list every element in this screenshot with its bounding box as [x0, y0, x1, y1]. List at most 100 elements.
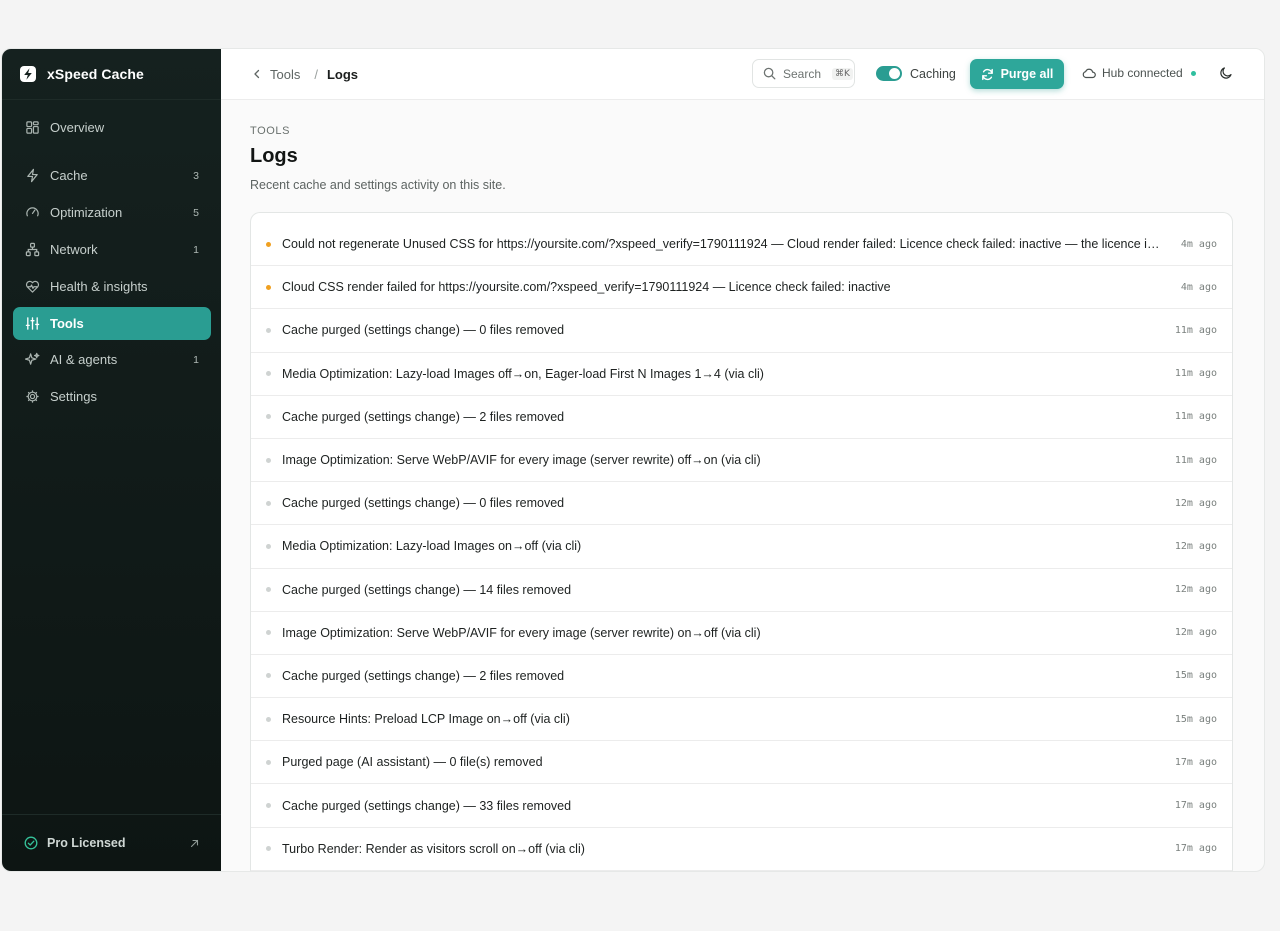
hub-status[interactable]: Hub connected — [1082, 66, 1196, 80]
sidebar-item-cache[interactable]: Cache 3 — [13, 159, 211, 192]
count-badge: 1 — [193, 243, 199, 256]
refresh-icon — [981, 68, 994, 81]
grid-icon — [24, 120, 40, 136]
log-entry: Image Optimization: Serve WebP/AVIF for … — [251, 612, 1232, 655]
theme-toggle[interactable] — [1219, 66, 1233, 80]
info-dot — [266, 457, 271, 463]
log-timestamp: 11m ago — [1174, 368, 1217, 380]
log-message: Cloud CSS render failed for https://your… — [282, 280, 891, 295]
sidebar-item-label: Settings — [50, 389, 97, 404]
breadcrumb-back-link[interactable]: Tools — [253, 67, 300, 82]
log-message: Media Optimization: Lazy-load Images off… — [282, 366, 764, 381]
log-message: Cache purged (settings change) — 2 files… — [282, 668, 565, 683]
log-timestamp: 11m ago — [1174, 411, 1217, 423]
info-dot — [266, 587, 271, 593]
log-message: Cache purged (settings change) — 14 file… — [282, 582, 572, 597]
info-dot — [266, 543, 271, 549]
caching-switch[interactable] — [876, 66, 902, 81]
external-link-icon — [190, 839, 199, 848]
caching-toggle[interactable]: Caching — [876, 66, 956, 81]
log-message: Purged page (AI assistant) — 0 file(s) r… — [282, 755, 543, 770]
gauge-icon — [24, 205, 40, 221]
sidebar-item-ai-agents[interactable]: AI & agents 1 — [13, 343, 211, 376]
breadcrumb-parent: Tools — [270, 66, 301, 82]
warning-dot — [266, 241, 271, 247]
sidebar-item-label: Cache — [50, 168, 88, 183]
sidebar-item-network[interactable]: Network 1 — [13, 233, 211, 266]
sidebar-item-label: Tools — [50, 316, 84, 331]
brand[interactable]: xSpeed Cache — [2, 49, 221, 100]
log-message: Cache purged (settings change) — 2 files… — [282, 409, 565, 424]
sidebar-item-settings[interactable]: Settings — [13, 380, 211, 413]
chevron-left-icon — [253, 69, 261, 79]
log-entry: Cache purged (settings change) — 33 file… — [251, 784, 1232, 828]
sidebar-item-health-insights[interactable]: Health & insights — [13, 270, 211, 303]
sidebar-item-label: Health & insights — [50, 279, 148, 294]
main-area: Tools / Logs Search ⌘K Caching Purge all… — [221, 49, 1264, 871]
page-content: TOOLS Logs Recent cache and settings act… — [250, 99, 1235, 871]
log-timestamp: 12m ago — [1174, 627, 1217, 639]
sidebar-item-tools[interactable]: Tools — [13, 307, 211, 340]
log-timestamp: 4m ago — [1180, 238, 1217, 250]
license-label: Pro Licensed — [47, 836, 126, 850]
search-shortcut: ⌘K — [832, 67, 853, 80]
log-message: Cache purged (settings change) — 0 files… — [282, 323, 565, 338]
log-entry: Media Optimization: Lazy-load Images on→… — [251, 525, 1232, 569]
log-panel: Could not regenerate Unused CSS for http… — [250, 212, 1233, 871]
breadcrumb-current: Logs — [326, 66, 359, 82]
log-message: Cache purged (settings change) — 0 files… — [282, 496, 565, 511]
info-dot — [266, 673, 271, 679]
info-dot — [266, 630, 271, 636]
log-message: Cache purged (settings change) — 33 file… — [282, 798, 572, 813]
count-badge: 5 — [193, 206, 199, 219]
network-icon — [24, 242, 40, 258]
log-timestamp: 12m ago — [1174, 540, 1217, 552]
gear-icon — [24, 389, 40, 405]
status-dot — [1190, 70, 1196, 76]
page-subtitle: Recent cache and settings activity on th… — [250, 178, 506, 192]
log-entry: Purged page (AI assistant) — 0 file(s) r… — [251, 741, 1232, 785]
log-timestamp: 11m ago — [1174, 324, 1217, 336]
log-entry: Media Optimization: Lazy-load Images off… — [251, 353, 1232, 396]
log-message: Resource Hints: Preload LCP Image on→off… — [282, 712, 570, 727]
topbar: Tools / Logs Search ⌘K Caching Purge all… — [221, 49, 1264, 100]
log-entry: Cache purged (settings change) — 2 files… — [251, 655, 1232, 699]
breadcrumb-separator: / — [314, 66, 318, 82]
info-dot — [266, 759, 271, 765]
sidebar-item-label: AI & agents — [50, 352, 118, 367]
log-timestamp: 17m ago — [1174, 843, 1217, 855]
hub-label: Hub connected — [1102, 66, 1183, 80]
log-entry: Cache purged (settings change) — 14 file… — [251, 569, 1232, 612]
search-button[interactable]: Search ⌘K — [752, 59, 855, 88]
log-list: Could not regenerate Unused CSS for http… — [251, 223, 1232, 871]
license-status[interactable]: Pro Licensed — [2, 814, 221, 871]
log-entry: Cache purged (settings change) — 2 files… — [251, 396, 1232, 439]
app-window: xSpeed Cache Overview Cache 3 Optimizati… — [1, 48, 1265, 872]
search-icon — [763, 67, 776, 80]
info-dot — [266, 803, 271, 809]
sidebar-item-overview[interactable]: Overview — [13, 111, 211, 144]
log-timestamp: 15m ago — [1174, 713, 1217, 725]
info-dot — [266, 716, 271, 722]
sidebar-item-label: Network — [50, 242, 98, 257]
info-dot — [266, 371, 271, 377]
cloud-icon — [1082, 68, 1096, 79]
log-message: Media Optimization: Lazy-load Images on→… — [282, 539, 582, 554]
log-entry: Cache purged (settings change) — 0 files… — [251, 309, 1232, 353]
log-timestamp: 12m ago — [1174, 497, 1217, 509]
sliders-icon — [24, 316, 40, 332]
heart-pulse-icon — [24, 279, 40, 295]
bolt-icon — [24, 168, 40, 184]
app-name: xSpeed Cache — [47, 66, 144, 82]
sidebar-item-label: Overview — [50, 120, 105, 135]
warning-dot — [266, 284, 271, 290]
purge-all-button[interactable]: Purge all — [970, 59, 1064, 89]
log-entry: Cloud CSS render failed for https://your… — [251, 266, 1232, 310]
log-message: Image Optimization: Serve WebP/AVIF for … — [282, 453, 761, 468]
log-message: Image Optimization: Serve WebP/AVIF for … — [282, 625, 761, 640]
info-dot — [266, 500, 271, 506]
sidebar-item-optimization[interactable]: Optimization 5 — [13, 196, 211, 229]
info-dot — [266, 846, 271, 852]
log-timestamp: 15m ago — [1174, 670, 1217, 682]
log-message: Could not regenerate Unused CSS for http… — [282, 237, 1164, 252]
